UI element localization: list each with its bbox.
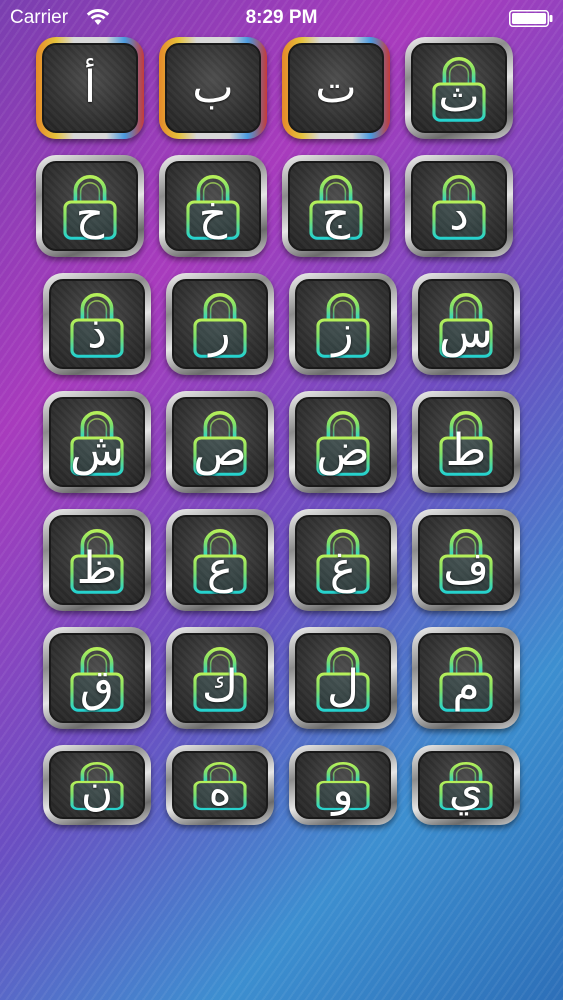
tile-face: ج	[288, 161, 384, 251]
letter-grid: أ ب ت ث ح خ ج د ذ ر ز س ش ص ض ط ظ ع غ ف ق ك ل م ن ه و ي	[0, 0, 563, 1000]
tile-face: و	[295, 751, 391, 819]
letter-label: و	[332, 765, 354, 817]
letter-label: ج	[321, 188, 351, 240]
letter-tile[interactable]: س	[412, 273, 520, 375]
tile-face: ع	[172, 515, 268, 605]
letter-tile[interactable]: و	[289, 745, 397, 825]
letter-label: ث	[438, 70, 480, 122]
tile-face: ش	[49, 397, 145, 487]
letter-tile[interactable]: ن	[43, 745, 151, 825]
tile-face: ك	[172, 633, 268, 723]
letter-tile[interactable]: ل	[289, 627, 397, 729]
letter-label: ن	[80, 765, 114, 817]
letter-label: ذ	[87, 306, 107, 358]
tile-face: ه	[172, 751, 268, 819]
letter-label: ر	[209, 306, 231, 358]
letter-tile[interactable]: ج	[282, 155, 390, 257]
letter-label: ل	[327, 660, 359, 712]
letter-tile[interactable]: ط	[412, 391, 520, 493]
letter-label: ز	[332, 306, 354, 358]
letter-label: ش	[70, 424, 124, 476]
letter-label: خ	[198, 188, 228, 240]
letter-label: ع	[206, 542, 234, 594]
letter-tile[interactable]: ي	[412, 745, 520, 825]
letter-tile[interactable]: ق	[43, 627, 151, 729]
letter-tile[interactable]: ح	[36, 155, 144, 257]
letter-label: ص	[193, 424, 247, 476]
letter-tile[interactable]: ض	[289, 391, 397, 493]
letter-label: د	[449, 188, 469, 240]
letter-label: ه	[208, 765, 232, 817]
tile-face: ذ	[49, 279, 145, 369]
letter-label: س	[439, 306, 493, 358]
letter-label: ي	[448, 765, 484, 817]
letter-tile[interactable]: ع	[166, 509, 274, 611]
letter-tile[interactable]: ث	[405, 37, 513, 139]
tile-face: ز	[295, 279, 391, 369]
letter-label: ب	[192, 62, 234, 113]
tile-face: ظ	[49, 515, 145, 605]
letter-label: ق	[79, 660, 115, 712]
tile-face: ح	[42, 161, 138, 251]
letter-tile[interactable]: ذ	[43, 273, 151, 375]
letter-tile[interactable]: ت	[282, 37, 390, 139]
tile-face: ص	[172, 397, 268, 487]
tile-face: د	[411, 161, 507, 251]
tile-face: أ	[42, 43, 138, 133]
letter-tile[interactable]: م	[412, 627, 520, 729]
tile-face: ب	[165, 43, 261, 133]
tile-face: خ	[165, 161, 261, 251]
letter-tile[interactable]: ر	[166, 273, 274, 375]
letter-label: أ	[83, 62, 97, 113]
tile-face: س	[418, 279, 514, 369]
letter-label: ظ	[76, 542, 118, 594]
letter-tile[interactable]: ه	[166, 745, 274, 825]
letter-tile[interactable]: ز	[289, 273, 397, 375]
letter-label: ض	[316, 424, 370, 476]
letter-tile[interactable]: ب	[159, 37, 267, 139]
letter-label: ح	[75, 188, 105, 240]
tile-face: م	[418, 633, 514, 723]
tile-face: ث	[411, 43, 507, 133]
letter-label: ط	[445, 424, 487, 476]
tile-face: ن	[49, 751, 145, 819]
letter-tile[interactable]: ظ	[43, 509, 151, 611]
letter-label: غ	[329, 542, 357, 594]
letter-tile[interactable]: د	[405, 155, 513, 257]
tile-face: ق	[49, 633, 145, 723]
tile-face: ض	[295, 397, 391, 487]
tile-face: ي	[418, 751, 514, 819]
tile-face: غ	[295, 515, 391, 605]
letter-tile[interactable]: غ	[289, 509, 397, 611]
tile-face: ف	[418, 515, 514, 605]
letter-label: ت	[315, 62, 357, 113]
letter-tile[interactable]: ك	[166, 627, 274, 729]
letter-tile[interactable]: خ	[159, 155, 267, 257]
letter-tile[interactable]: ص	[166, 391, 274, 493]
letter-label: ف	[443, 542, 489, 594]
tile-face: ت	[288, 43, 384, 133]
letter-label: ك	[201, 660, 239, 712]
tile-face: ل	[295, 633, 391, 723]
tile-face: ط	[418, 397, 514, 487]
letter-tile[interactable]: ف	[412, 509, 520, 611]
tile-face: ر	[172, 279, 268, 369]
letter-label: م	[452, 660, 480, 712]
letter-tile[interactable]: أ	[36, 37, 144, 139]
letter-tile[interactable]: ش	[43, 391, 151, 493]
